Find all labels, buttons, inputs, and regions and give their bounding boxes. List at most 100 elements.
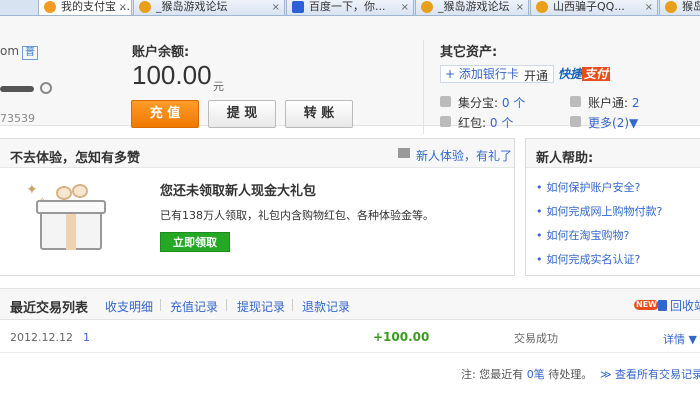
bullet-icon: • (536, 229, 543, 242)
divider (292, 299, 293, 311)
tab-alipay[interactable]: 我的支付宝 ... × (38, 0, 132, 15)
express-pay-part2: 支付 (582, 67, 611, 81)
activate-label: 开通 (524, 69, 549, 83)
asset-label: 红包: (458, 116, 487, 130)
asset-label: 集分宝: (458, 96, 499, 110)
txn-detail-link[interactable]: 详情 ▼ (663, 331, 697, 347)
monkey-icon (665, 1, 677, 13)
monkey-icon (536, 1, 548, 13)
divider (160, 299, 161, 311)
balance-label: 账户余额: (132, 45, 190, 60)
gift-box-bow (72, 184, 88, 198)
tab-refund-records[interactable]: 退款记录 (302, 298, 350, 315)
user-id: 73539 (0, 112, 35, 125)
balance-amount: 100.00 (132, 60, 212, 90)
help-link-text: 如何保护账户安全? (546, 181, 641, 194)
bullet-icon: • (536, 253, 543, 266)
monkey-icon (421, 1, 433, 13)
tab-label: _猴岛游戏论坛 (438, 0, 510, 13)
security-level-bar (0, 86, 34, 92)
asset-zhanghutong: 账户通: 2 (570, 94, 640, 111)
alipay-icon (44, 1, 56, 13)
tab-houdao-2[interactable]: _猴岛游戏论坛 × (415, 0, 529, 15)
promo-description: 已有138万人领取，礼包内含购物红包、各种体验金等。 (160, 209, 434, 222)
user-name: om 普 (0, 44, 39, 60)
promo-heading: 您还未领取新人现金大礼包 (160, 184, 317, 199)
asset-label: 账户通: (588, 96, 629, 110)
bullet-icon: • (536, 205, 543, 218)
transfer-button[interactable]: 转 账 (285, 100, 353, 128)
close-icon[interactable]: × (272, 1, 280, 15)
close-icon[interactable]: × (401, 1, 409, 15)
asset-hongbao: 红包: 0 个 (440, 114, 513, 131)
gift-box-lid (36, 200, 106, 214)
transactions-header: 最近交易列表 收支明细 充值记录 提现记录 退款记录 NEW 回收站 (0, 288, 700, 320)
txn-status: 交易成功 (514, 332, 558, 345)
user-name-text: om (0, 44, 20, 58)
verified-badge[interactable]: 普 (22, 46, 39, 60)
txn-amount: +100.00 (373, 330, 430, 344)
help-header: 新人帮助: (526, 139, 700, 168)
monkey-icon (139, 1, 151, 13)
pending-count-link[interactable]: 0笔 (527, 368, 545, 381)
tab-houdao-1[interactable]: _猴岛游戏论坛 × (133, 0, 285, 15)
claim-now-button[interactable]: 立即领取 (160, 232, 230, 252)
tab-shanxi[interactable]: 山西骗子QQ... × (530, 0, 658, 15)
asset-value[interactable]: 0 个 (490, 116, 513, 130)
divider (226, 299, 227, 311)
sparkle-icon: ✦ (26, 182, 38, 198)
more-icon (570, 116, 581, 127)
transactions-title: 最近交易列表 (10, 301, 89, 316)
more-suffix: )▼ (624, 116, 639, 130)
jifenbao-icon (440, 96, 451, 107)
help-link[interactable]: • 如何完成网上购物付款? (536, 203, 662, 219)
table-row: 2012.12.12 1 +100.00 交易成功 详情 ▼ (0, 321, 700, 353)
red-packet-icon (440, 116, 451, 127)
new-badge: NEW (634, 300, 659, 310)
asset-value[interactable]: 2 (632, 96, 640, 110)
tab-recharge-records[interactable]: 充值记录 (170, 298, 218, 315)
pending-note-suffix: 待处理。 (548, 368, 593, 381)
baidu-paw-icon (292, 1, 304, 13)
charge-button[interactable]: 充 值 (131, 100, 199, 128)
express-pay-link[interactable]: 快捷 支付 (558, 65, 611, 83)
help-link-text: 如何完成实名认证? (546, 253, 641, 266)
gift-icon (398, 148, 410, 158)
tab-label: 猴岛 (682, 0, 700, 13)
close-icon[interactable]: × (516, 1, 524, 15)
asset-value[interactable]: 0 个 (502, 96, 525, 110)
help-panel: 新人帮助: • 如何保护账户安全? • 如何完成网上购物付款? • 如何在淘宝购物? … (525, 138, 700, 276)
trash-icon (658, 300, 667, 311)
tab-label: _猴岛游戏论坛 (156, 0, 228, 13)
tab-houdao-3[interactable]: 猴岛 (659, 0, 700, 15)
help-link[interactable]: • 如何在淘宝购物? (536, 227, 629, 243)
promo-header: 不去体验，怎知有多赞 新人体验，有礼了 (0, 139, 514, 168)
pending-note-prefix: 注: 您最近有 (461, 368, 524, 381)
txn-number[interactable]: 1 (83, 331, 90, 344)
help-link-text: 如何在淘宝购物? (546, 229, 630, 242)
lock-icon[interactable] (40, 82, 52, 94)
tab-withdraw-records[interactable]: 提现记录 (237, 298, 285, 315)
browser-tab-bar: 我的支付宝 ... × _猴岛游戏论坛 × 百度一下，你... × _猴岛游戏论… (0, 0, 700, 16)
newcomer-gift-link[interactable]: 新人体验，有礼了 (416, 147, 512, 164)
recycle-bin-link[interactable]: 回收站 (670, 297, 700, 314)
balance-unit: 元 (213, 80, 224, 93)
tab-baidu[interactable]: 百度一下，你... × (286, 0, 414, 15)
tab-label: 山西骗子QQ... (553, 0, 625, 13)
promo-title: 不去体验，怎知有多赞 (10, 151, 141, 166)
view-all-transactions-link[interactable]: ≫ 查看所有交易记录 (600, 366, 700, 382)
asset-jifenbao: 集分宝: 0 个 (440, 94, 525, 111)
help-title: 新人帮助: (536, 151, 594, 166)
bullet-icon: • (536, 181, 543, 194)
close-icon[interactable]: × (119, 1, 127, 15)
divider (423, 40, 424, 134)
more-assets-dropdown[interactable]: 更多(2)▼ (570, 114, 638, 131)
help-link[interactable]: • 如何保护账户安全? (536, 179, 640, 195)
help-link[interactable]: • 如何完成实名认证? (536, 251, 640, 267)
help-link-text: 如何完成网上购物付款? (546, 205, 663, 218)
more-label: 更多( (588, 116, 617, 130)
tab-income-expense[interactable]: 收支明细 (105, 298, 153, 315)
withdraw-button[interactable]: 提 现 (208, 100, 276, 128)
close-icon[interactable]: × (645, 1, 653, 15)
txn-date: 2012.12.12 (10, 331, 73, 344)
